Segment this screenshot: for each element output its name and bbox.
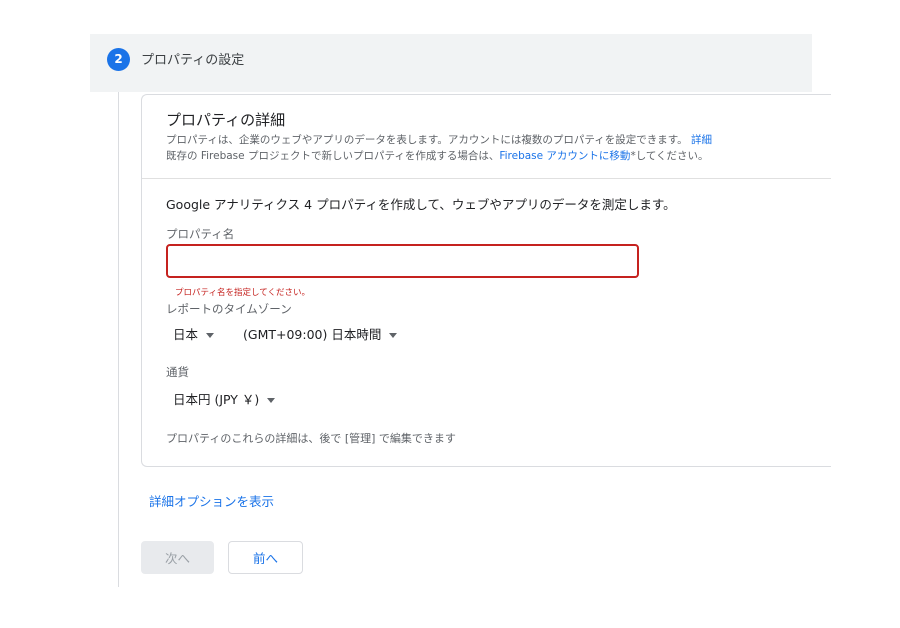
timezone-zone-value: (GMT+09:00) 日本時間: [243, 327, 382, 342]
firebase-account-link[interactable]: Firebase アカウントに移動: [499, 150, 630, 162]
currency-value: 日本円 (JPY ￥): [173, 392, 260, 407]
show-advanced-options-link[interactable]: 詳細オプションを表示: [149, 491, 274, 510]
firebase-note-suffix: *してください。: [630, 150, 709, 162]
firebase-note-prefix: 既存の Firebase プロジェクトで新しいプロパティを作成する場合は、: [166, 150, 500, 162]
card-description-text: プロパティは、企業のウェブやアプリのデータを表します。アカウントには複数のプロパ…: [166, 134, 688, 146]
step-header: 2 プロパティの設定: [90, 34, 812, 92]
previous-button[interactable]: 前へ: [228, 541, 303, 574]
card-description-line2: 既存の Firebase プロジェクトで新しいプロパティを作成する場合は、Fir…: [166, 148, 709, 163]
chevron-down-icon: [206, 333, 215, 338]
step-number-badge: 2: [107, 48, 130, 71]
edit-later-note: プロパティのこれらの詳細は、後で [管理] で編集できます: [166, 432, 456, 445]
property-name-error: プロパティ名を指定してください。: [175, 288, 310, 298]
property-name-input[interactable]: [166, 244, 639, 278]
currency-select[interactable]: 日本円 (JPY ￥): [173, 389, 276, 408]
property-details-card: プロパティの詳細 プロパティは、企業のウェブやアプリのデータを表します。アカウン…: [141, 94, 831, 467]
timezone-country-select[interactable]: 日本: [173, 324, 215, 343]
card-divider: [142, 178, 831, 179]
property-name-label: プロパティ名: [166, 227, 235, 241]
step-connector-line: [118, 92, 119, 587]
card-description-line1: プロパティは、企業のウェブやアプリのデータを表します。アカウントには複数のプロパ…: [166, 132, 712, 147]
step-title: プロパティの設定: [141, 53, 245, 68]
timezone-label: レポートのタイムゾーン: [166, 302, 292, 316]
form-intro-text: Google アナリティクス 4 プロパティを作成して、ウェブやアプリのデータを…: [166, 197, 676, 212]
currency-label: 通貨: [166, 365, 189, 379]
chevron-down-icon: [267, 398, 276, 403]
learn-more-link[interactable]: 詳細: [691, 134, 712, 146]
card-title: プロパティの詳細: [166, 111, 286, 129]
timezone-country-value: 日本: [173, 327, 199, 342]
chevron-down-icon: [389, 333, 398, 338]
next-button[interactable]: 次へ: [141, 541, 214, 574]
timezone-zone-select[interactable]: (GMT+09:00) 日本時間: [243, 324, 398, 343]
